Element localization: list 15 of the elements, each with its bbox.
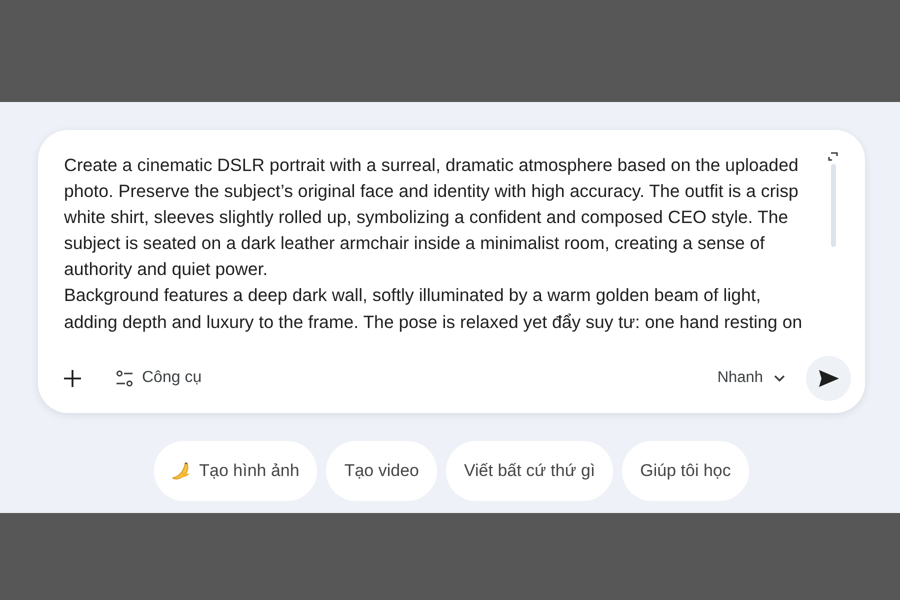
send-button[interactable] (806, 356, 851, 400)
scrollbar-thumb[interactable] (830, 164, 836, 247)
suggestion-chip[interactable]: Giúp tôi học (622, 441, 749, 501)
expand-icon[interactable] (828, 152, 838, 161)
suggestion-chip[interactable]: Tạo hình ảnh (154, 441, 318, 501)
tools-button[interactable]: Công cụ (106, 358, 212, 398)
mode-dropdown[interactable]: Nhanh (705, 358, 795, 398)
plus-icon (64, 370, 80, 386)
sliders-icon (116, 370, 133, 386)
suggestion-chip[interactable]: Tạo video (326, 441, 437, 501)
send-icon (818, 370, 838, 386)
chevron-down-icon (774, 374, 785, 382)
prompt-input[interactable]: Create a cinematic DSLR portrait with a surreal, dramatic atmosphere based on the uploaded photo. Preserve the subject’s original face and identity with high accuracy. The outfit is a crisp white shirt, sleeves slightly rolled up, symbolizing a confident and composed CEO style. The subject is seated on a dark leather armchair inside a minimalist room, creating a sense of authority and quiet power. Background features a deep dark wall, softly illuminated by a warm golden beam of light, adding depth and luxury to the frame. The pose is relaxed yet đẩy suy tư: one hand resting on (64, 152, 827, 342)
suggestion-chip[interactable]: Viết bất cứ thứ gì (446, 441, 614, 501)
banana-icon (172, 462, 192, 480)
